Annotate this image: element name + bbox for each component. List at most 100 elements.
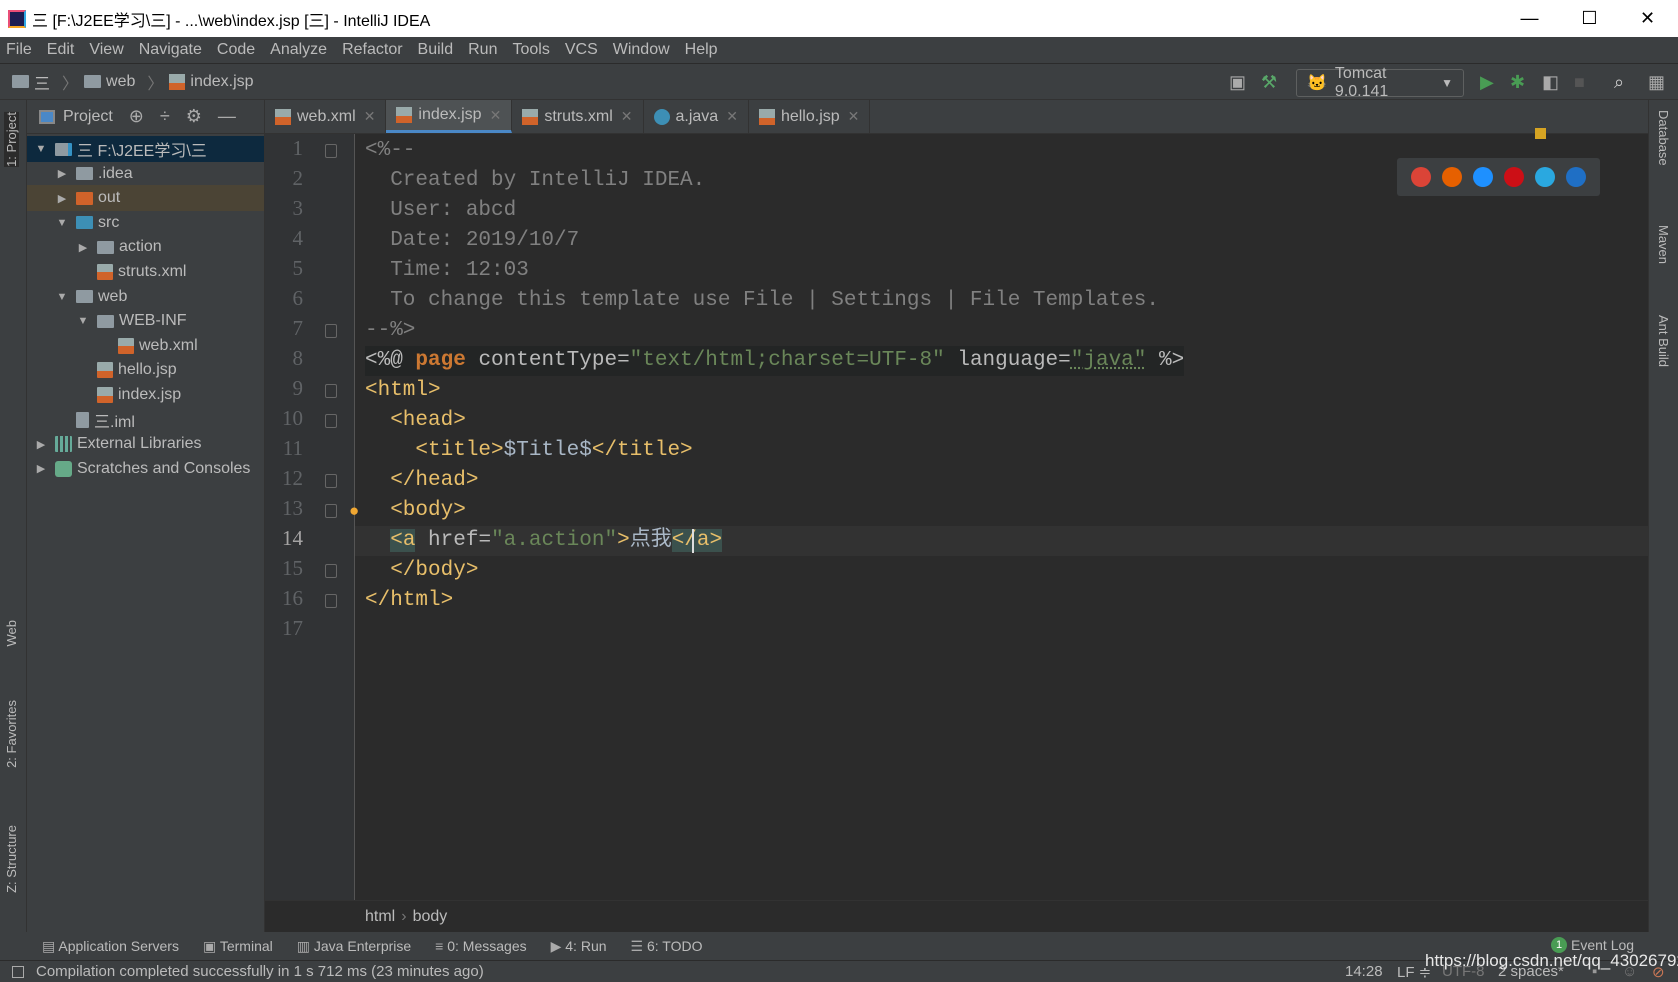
fold-marker-icon[interactable] xyxy=(325,144,337,158)
tree-item[interactable]: ▶ External Libraries xyxy=(27,431,264,457)
locate-icon[interactable]: ⊕ xyxy=(129,106,144,127)
breadcrumb-html[interactable]: html xyxy=(365,908,395,926)
tool-ant-build[interactable]: Ant Build xyxy=(1656,315,1671,367)
tab-hello-jsp[interactable]: hello.jsp ✕ xyxy=(749,100,871,133)
tool-structure[interactable]: Z: Structure xyxy=(4,825,19,893)
code-line[interactable]: </body> xyxy=(365,556,478,586)
edge-icon[interactable] xyxy=(1566,167,1587,187)
tab-struts-xml[interactable]: struts.xml ✕ xyxy=(512,100,644,133)
expand-toggle-icon[interactable]: ▼ xyxy=(54,217,70,229)
tool-project[interactable]: 1: Project xyxy=(4,112,19,167)
menu-view[interactable]: View xyxy=(89,41,123,59)
tool-favorites[interactable]: 2: Favorites xyxy=(4,700,19,768)
tree-item[interactable]: ▶ .idea xyxy=(27,161,264,187)
close-tab-icon[interactable]: ✕ xyxy=(848,108,860,125)
collapse-all-icon[interactable]: ÷ xyxy=(160,106,170,127)
code-line[interactable]: <a href="a.action">点我</a> xyxy=(365,526,723,556)
fold-marker-icon[interactable] xyxy=(325,324,337,338)
gear-icon[interactable]: ⚙ xyxy=(186,106,202,127)
code-line[interactable]: <%-- xyxy=(365,136,415,166)
ie-icon[interactable] xyxy=(1535,167,1556,187)
nav-crumb-web[interactable]: web xyxy=(84,73,135,91)
close-tab-icon[interactable]: ✕ xyxy=(726,108,738,125)
close-button[interactable]: ✕ xyxy=(1620,0,1675,37)
tool-database[interactable]: Database xyxy=(1656,110,1671,166)
code-editor[interactable]: 1 2 3 4 5 6 7 8 9 10 11 12 13 14 15 16 17 <%-- Created b… xyxy=(265,128,1648,900)
build-hammer-icon[interactable]: ⚒ xyxy=(1261,72,1277,93)
tab-web-xml[interactable]: web.xml ✕ xyxy=(265,100,387,133)
maximize-button[interactable]: ☐ xyxy=(1562,0,1617,37)
toolwindow-run[interactable]: ▶ 4: Run xyxy=(551,938,607,955)
tree-item[interactable]: ▼ src xyxy=(27,210,264,236)
run-with-coverage-icon[interactable]: ◧ xyxy=(1542,72,1559,93)
minimize-button[interactable]: — xyxy=(1502,0,1557,37)
caret-position[interactable]: 14:28 xyxy=(1345,963,1383,980)
code-line[interactable]: <head> xyxy=(365,406,466,436)
toolwindow-terminal[interactable]: ▣ Terminal xyxy=(203,938,273,955)
chrome-icon[interactable] xyxy=(1410,167,1431,187)
lightbulb-icon[interactable]: ● xyxy=(349,501,359,521)
code-line[interactable]: Created by IntelliJ IDEA. xyxy=(365,166,705,196)
close-tab-icon[interactable]: ✕ xyxy=(621,108,633,125)
code-line[interactable]: </head> xyxy=(365,466,478,496)
project-structure-icon[interactable]: ▦ xyxy=(1648,72,1665,93)
tab-index-jsp[interactable]: index.jsp ✕ xyxy=(386,100,513,133)
code-line[interactable]: <body> xyxy=(365,496,466,526)
debug-bug-icon[interactable]: ✱ xyxy=(1510,72,1525,93)
code-line[interactable]: <title>$Title$</title> xyxy=(365,436,692,466)
nav-crumb-project[interactable]: 三 xyxy=(12,70,50,94)
expand-toggle-icon[interactable]: ▼ xyxy=(33,143,49,155)
code-line[interactable]: <html> xyxy=(365,376,441,406)
menu-run[interactable]: Run xyxy=(468,41,497,59)
tool-maven[interactable]: Maven xyxy=(1656,225,1671,264)
menu-vcs[interactable]: VCS xyxy=(565,41,598,59)
tree-item[interactable]: hello.jsp xyxy=(27,357,264,383)
opera-icon[interactable] xyxy=(1504,167,1525,187)
firefox-icon[interactable] xyxy=(1441,167,1462,187)
fold-marker-icon[interactable] xyxy=(325,474,337,488)
breadcrumb-body[interactable]: body xyxy=(413,908,448,926)
tool-web[interactable]: Web xyxy=(4,620,19,647)
run-configuration-dropdown[interactable]: 🐱 Tomcat 9.0.141 ▼ xyxy=(1296,65,1464,100)
nav-crumb-file[interactable]: index.jsp xyxy=(169,73,254,91)
tree-item[interactable]: index.jsp xyxy=(27,382,264,408)
tree-item[interactable]: ▶ Scratches and Consoles xyxy=(27,456,264,482)
tree-item[interactable]: ▼ 三 F:\J2EE学习\三 xyxy=(27,136,264,162)
expand-toggle-icon[interactable]: ▼ xyxy=(75,315,91,327)
expand-toggle-icon[interactable]: ▼ xyxy=(54,291,70,303)
expand-toggle-icon[interactable]: ▶ xyxy=(33,438,49,451)
toolwindow-applicationservers[interactable]: ▤ Application Servers xyxy=(42,938,179,955)
toolwindow-messages[interactable]: ≡ 0: Messages xyxy=(435,938,526,954)
hide-icon[interactable]: — xyxy=(218,106,236,127)
safari-icon[interactable] xyxy=(1472,167,1493,187)
menu-build[interactable]: Build xyxy=(418,41,454,59)
fold-marker-icon[interactable] xyxy=(325,564,337,578)
tree-item[interactable]: 三.iml xyxy=(27,407,264,433)
tree-item[interactable]: struts.xml xyxy=(27,259,264,285)
fold-marker-icon[interactable] xyxy=(325,504,337,518)
tree-item[interactable]: ▼ web xyxy=(27,284,264,310)
run-anything-icon[interactable]: ▣ xyxy=(1229,72,1246,93)
menu-file[interactable]: File xyxy=(6,41,32,59)
menu-help[interactable]: Help xyxy=(685,41,718,59)
close-tab-icon[interactable]: ✕ xyxy=(364,108,376,125)
code-line[interactable]: Date: 2019/10/7 xyxy=(365,226,579,256)
tree-item[interactable]: ▶ out xyxy=(27,185,264,212)
expand-toggle-icon[interactable]: ▶ xyxy=(33,462,49,475)
stop-icon[interactable]: ■ xyxy=(1574,72,1585,93)
menu-window[interactable]: Window xyxy=(613,41,670,59)
code-line[interactable]: To change this template use File | Setti… xyxy=(365,286,1159,316)
toolwindow-javaenterprise[interactable]: ▥ Java Enterprise xyxy=(297,938,411,955)
toolwindow-todo[interactable]: ☰ 6: TODO xyxy=(631,938,703,955)
code-line[interactable]: <%@ page contentType="text/html;charset=… xyxy=(365,346,1185,376)
tree-item[interactable]: ▼ WEB-INF xyxy=(27,308,264,334)
search-icon[interactable]: ⌕ xyxy=(1614,72,1624,93)
tree-item[interactable]: web.xml xyxy=(27,333,264,359)
expand-toggle-icon[interactable]: ▶ xyxy=(75,241,91,254)
menu-edit[interactable]: Edit xyxy=(47,41,75,59)
warning-marker-icon[interactable] xyxy=(1535,128,1546,139)
code-line[interactable]: Time: 12:03 xyxy=(365,256,529,286)
tree-item[interactable]: ▶ action xyxy=(27,234,264,260)
close-tab-icon[interactable]: ✕ xyxy=(490,107,502,124)
tab-a-java[interactable]: a.java ✕ xyxy=(644,100,749,133)
